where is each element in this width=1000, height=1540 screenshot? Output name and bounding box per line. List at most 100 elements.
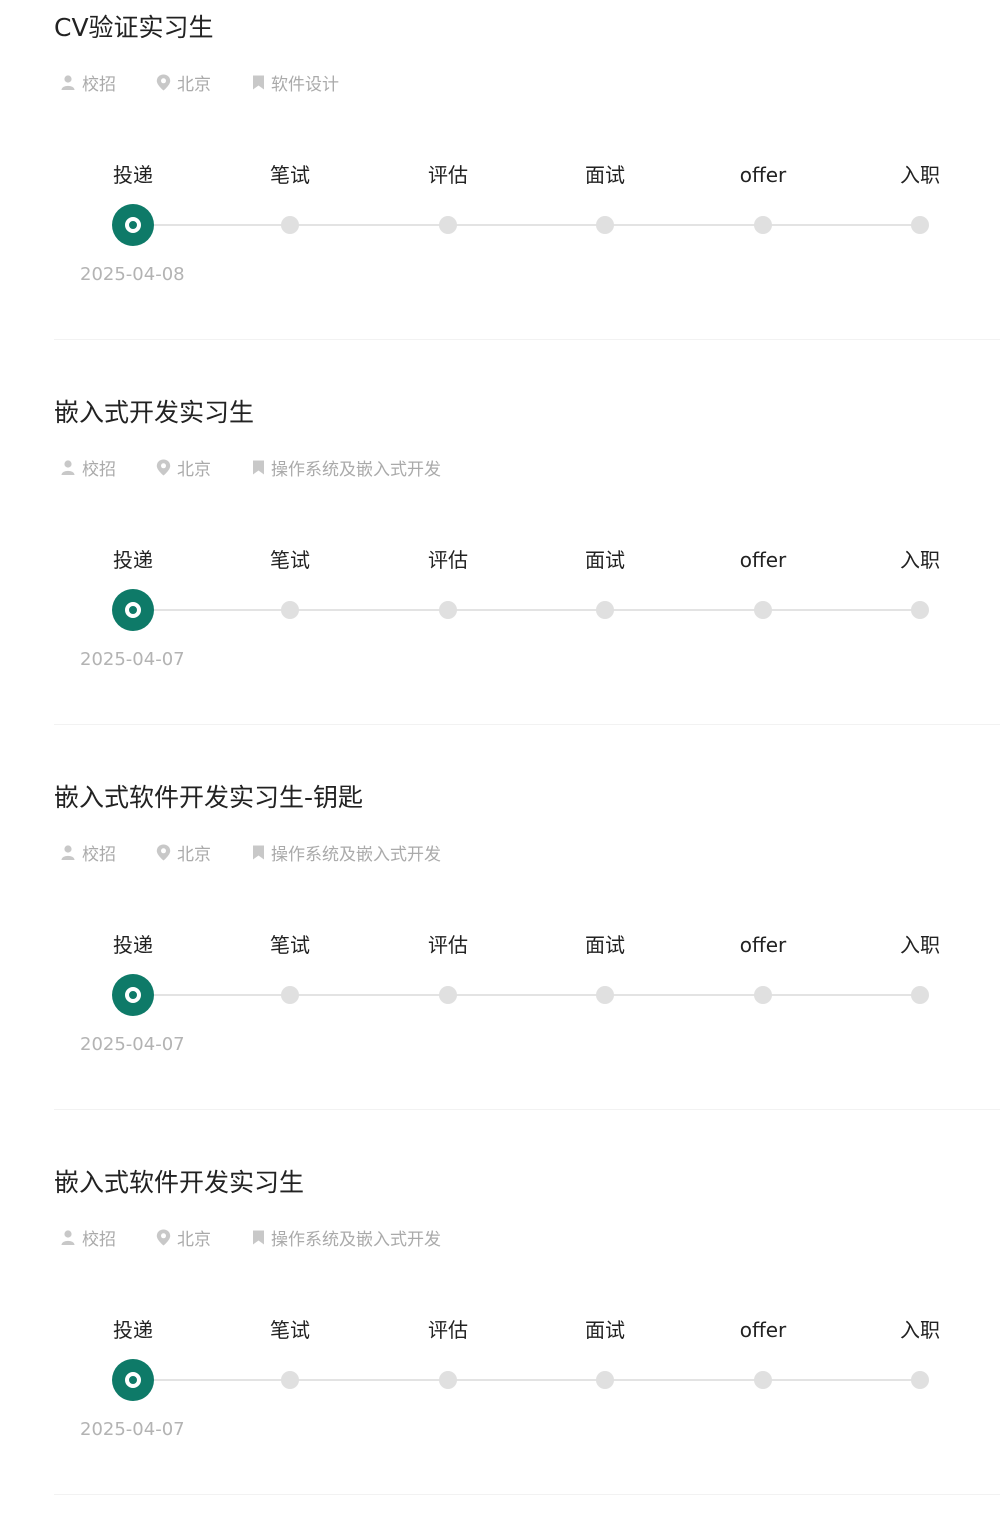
bookmark-icon — [253, 75, 264, 89]
stage-label: 入职 — [900, 163, 940, 187]
job-category-label: 操作系统及嵌入式开发 — [271, 1229, 441, 1250]
stage-dot — [596, 1371, 614, 1389]
bookmark-icon — [253, 1230, 264, 1244]
stage-dot — [911, 601, 929, 619]
stage-dot — [911, 1371, 929, 1389]
progress-track — [133, 224, 920, 226]
stage-label: 笔试 — [270, 933, 310, 957]
job-location-label: 北京 — [177, 74, 211, 95]
stage-label: offer — [739, 1318, 787, 1342]
job-category-label: 操作系统及嵌入式开发 — [271, 459, 441, 480]
job-category: 操作系统及嵌入式开发 — [252, 455, 441, 480]
stage-dot — [439, 1371, 457, 1389]
recruit-type: 校招 — [60, 840, 116, 865]
stage-dot — [281, 986, 299, 1004]
person-icon — [61, 1230, 75, 1245]
stage-label: 投递 — [113, 163, 153, 187]
submit-date: 2025-04-07 — [80, 1419, 185, 1440]
stage-label: 评估 — [428, 548, 468, 572]
stage-dot-ring — [125, 1372, 141, 1388]
application-card[interactable]: 嵌入式软件开发实习生 校招 北京 操作系统及嵌入式开发 投递 笔试 评估 面试 offe… — [0, 1155, 1000, 1540]
stage-label: 投递 — [113, 1318, 153, 1342]
job-title[interactable]: CV验证实习生 — [54, 8, 214, 48]
stage-label: 面试 — [585, 548, 625, 572]
job-category-label: 操作系统及嵌入式开发 — [271, 844, 441, 865]
recruit-type: 校招 — [60, 70, 116, 95]
submit-date: 2025-04-07 — [80, 649, 185, 670]
stage-dot — [596, 216, 614, 234]
stage-dot — [596, 601, 614, 619]
location-pin-icon — [156, 74, 171, 90]
application-card[interactable]: CV验证实习生 校招 北京 软件设计 投递 笔试 评估 面试 offer 入职 2025-… — [0, 0, 1000, 385]
stage-label: 笔试 — [270, 163, 310, 187]
stage-label: 入职 — [900, 548, 940, 572]
location-pin-icon — [156, 1229, 171, 1245]
job-category-label: 软件设计 — [271, 74, 339, 95]
stage-label: 入职 — [900, 1318, 940, 1342]
bookmark-icon — [253, 845, 264, 859]
stage-label: 评估 — [428, 1318, 468, 1342]
stage-label: 笔试 — [270, 548, 310, 572]
stage-dot-current — [112, 974, 154, 1016]
stage-label: 面试 — [585, 163, 625, 187]
stage-dot — [754, 986, 772, 1004]
stage-dot-current — [112, 204, 154, 246]
location-pin-icon — [156, 844, 171, 860]
stage-label: offer — [739, 933, 787, 957]
stage-dot — [439, 601, 457, 619]
job-category: 软件设计 — [252, 70, 339, 95]
job-title[interactable]: 嵌入式软件开发实习生-钥匙 — [54, 778, 363, 818]
recruit-type: 校招 — [60, 455, 116, 480]
stage-label: 投递 — [113, 548, 153, 572]
recruit-type-label: 校招 — [82, 844, 116, 865]
stage-dot — [754, 601, 772, 619]
recruit-type-label: 校招 — [82, 1229, 116, 1250]
job-location-label: 北京 — [177, 1229, 211, 1250]
stage-label: 面试 — [585, 1318, 625, 1342]
job-location: 北京 — [156, 1225, 211, 1250]
stage-dot — [281, 1371, 299, 1389]
stage-dot-ring — [125, 217, 141, 233]
person-icon — [61, 75, 75, 90]
recruit-type-label: 校招 — [82, 74, 116, 95]
application-card[interactable]: 嵌入式软件开发实习生-钥匙 校招 北京 操作系统及嵌入式开发 投递 笔试 评估 面试 o… — [0, 770, 1000, 1155]
submit-date: 2025-04-08 — [80, 264, 185, 285]
stage-dot — [911, 216, 929, 234]
recruit-type: 校招 — [60, 1225, 116, 1250]
stage-label: 评估 — [428, 933, 468, 957]
card-divider — [54, 339, 1000, 340]
stage-dot — [754, 216, 772, 234]
progress-track — [133, 609, 920, 611]
bookmark-icon — [253, 460, 264, 474]
stage-dot — [596, 986, 614, 1004]
card-divider — [54, 724, 1000, 725]
stage-label: 投递 — [113, 933, 153, 957]
submit-date: 2025-04-07 — [80, 1034, 185, 1055]
job-location: 北京 — [156, 455, 211, 480]
application-card[interactable]: 嵌入式开发实习生 校招 北京 操作系统及嵌入式开发 投递 笔试 评估 面试 offer 入… — [0, 385, 1000, 770]
stage-label: 入职 — [900, 933, 940, 957]
job-location-label: 北京 — [177, 459, 211, 480]
job-title[interactable]: 嵌入式开发实习生 — [54, 393, 254, 433]
stage-dot — [439, 986, 457, 1004]
progress-track — [133, 994, 920, 996]
progress-track — [133, 1379, 920, 1381]
job-location: 北京 — [156, 840, 211, 865]
stage-label: offer — [739, 163, 787, 187]
card-divider — [54, 1494, 1000, 1495]
job-location: 北京 — [156, 70, 211, 95]
stage-dot — [439, 216, 457, 234]
stage-dot — [281, 216, 299, 234]
job-category: 操作系统及嵌入式开发 — [252, 840, 441, 865]
job-title[interactable]: 嵌入式软件开发实习生 — [54, 1163, 304, 1203]
stage-dot-ring — [125, 602, 141, 618]
stage-label: 评估 — [428, 163, 468, 187]
person-icon — [61, 845, 75, 860]
job-location-label: 北京 — [177, 844, 211, 865]
stage-label: 面试 — [585, 933, 625, 957]
stage-dot-current — [112, 1359, 154, 1401]
stage-label: 笔试 — [270, 1318, 310, 1342]
stage-label: offer — [739, 548, 787, 572]
card-divider — [54, 1109, 1000, 1110]
stage-dot — [281, 601, 299, 619]
